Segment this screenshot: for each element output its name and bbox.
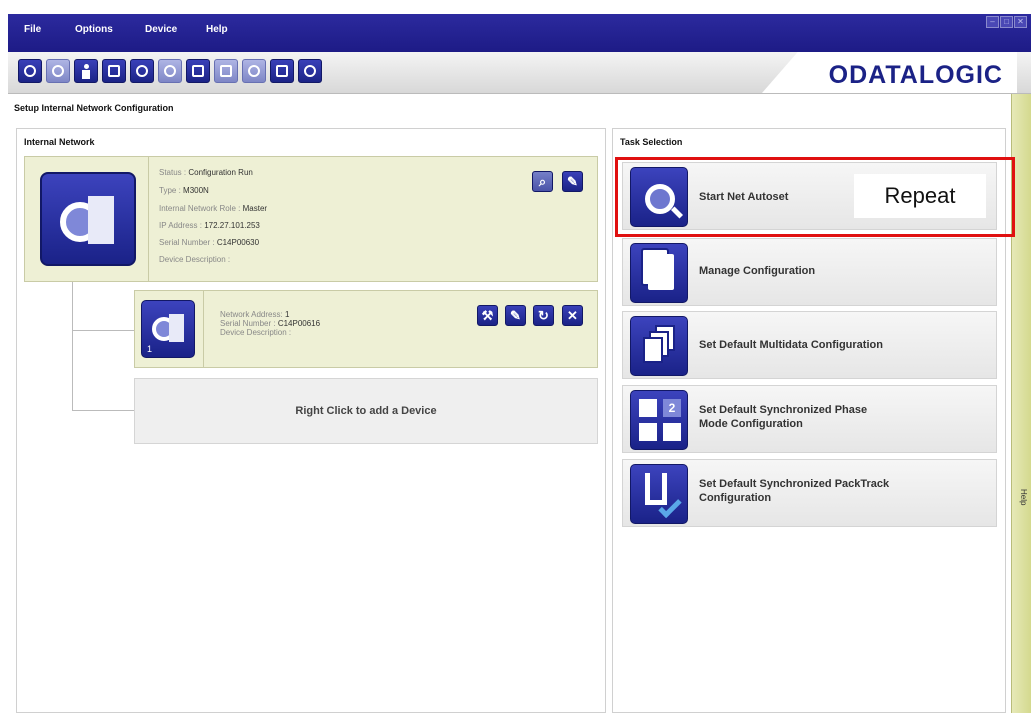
master-role: Internal Network Role : Master [159,204,268,213]
menu-options[interactable]: Options [75,24,113,35]
task-label: Set Default Multidata Configuration [699,339,883,351]
slave-description: Device Description : [220,328,292,337]
list-icon[interactable] [270,59,294,83]
task-label: Set Default Synchronized PackTrack [699,478,890,490]
menu-bar: File Options Device Help – □ ✕ [8,14,1031,52]
help-tab-label: Help [1019,489,1028,506]
menu-file[interactable]: File [24,24,41,35]
multidata-configuration-button[interactable]: Set Default Multidata Configuration [622,311,997,379]
edit-icon[interactable]: ✎ [505,305,526,326]
refresh-icon[interactable]: ↻ [533,305,554,326]
task-label: Set Default Synchronized Phase [699,404,868,416]
tree-line [72,282,73,410]
internal-network-heading: Internal Network [24,137,95,147]
documents-icon [630,316,688,376]
synchronized-packtrack-button[interactable]: Set Default Synchronized PackTrack Confi… [622,459,997,527]
add-device-area[interactable]: Right Click to add a Device [134,378,598,444]
divider [203,291,204,367]
task-label: Configuration [699,492,772,504]
network-icon[interactable] [242,59,266,83]
phase-mode-icon: 2 [630,390,688,450]
task-label: Manage Configuration [699,265,816,277]
crosshair-icon[interactable] [298,59,322,83]
minimize-button[interactable]: – [986,16,999,28]
page-title: Setup Internal Network Configuration [14,103,174,113]
close-window-button[interactable]: ✕ [1014,16,1027,28]
user-icon[interactable] [74,59,98,83]
slave-index: 1 [147,344,153,354]
menu-help[interactable]: Help [206,24,228,35]
home-icon[interactable] [18,59,42,83]
tree-branch [72,330,134,331]
slave-scanner-icon: 1 [141,300,195,358]
master-ip: IP Address : 172.27.101.253 [159,221,260,230]
packtrack-icon [630,464,688,524]
divider [148,157,149,281]
maximize-button[interactable]: □ [1000,16,1013,28]
search-device-icon[interactable] [130,59,154,83]
master-type: Type : M300N [159,186,209,195]
window-icon[interactable] [102,59,126,83]
device-search-icon[interactable]: ⌕ [532,171,553,192]
scanner-device-icon [40,172,136,266]
task-label: Mode Configuration [699,418,803,430]
master-serial: Serial Number : C14P00630 [159,238,260,247]
synchronized-phase-mode-button[interactable]: 2 Set Default Synchronized Phase Mode Co… [622,385,997,453]
add-device-label: Right Click to add a Device [295,405,437,417]
slave-address: Network Address: 1 [220,310,290,319]
window-controls: – □ ✕ [986,16,1027,28]
edit-icon[interactable]: ✎ [562,171,583,192]
annotation-repeat-label: Repeat [884,183,956,208]
image-icon[interactable] [186,59,210,83]
pages-icon [630,243,688,303]
monitor-icon[interactable] [214,59,238,83]
master-description: Device Description : [159,255,231,264]
task-selection-heading: Task Selection [620,137,683,147]
manage-configuration-button[interactable]: Manage Configuration [622,238,997,306]
tree-branch [72,410,134,411]
annotation-callout: Repeat [854,174,986,218]
datalogic-logo: ODATALOGIC [828,61,1003,89]
menu-device[interactable]: Device [145,24,177,35]
slave-serial: Serial Number : C14P00616 [220,319,321,328]
delete-icon[interactable]: ✕ [562,305,583,326]
wrench-icon[interactable]: ⚒ [477,305,498,326]
master-status: Status : Configuration Run [159,168,253,177]
toolbar: ODATALOGIC [8,52,1031,94]
device-scan-icon[interactable] [46,59,70,83]
device-config-icon[interactable] [158,59,182,83]
